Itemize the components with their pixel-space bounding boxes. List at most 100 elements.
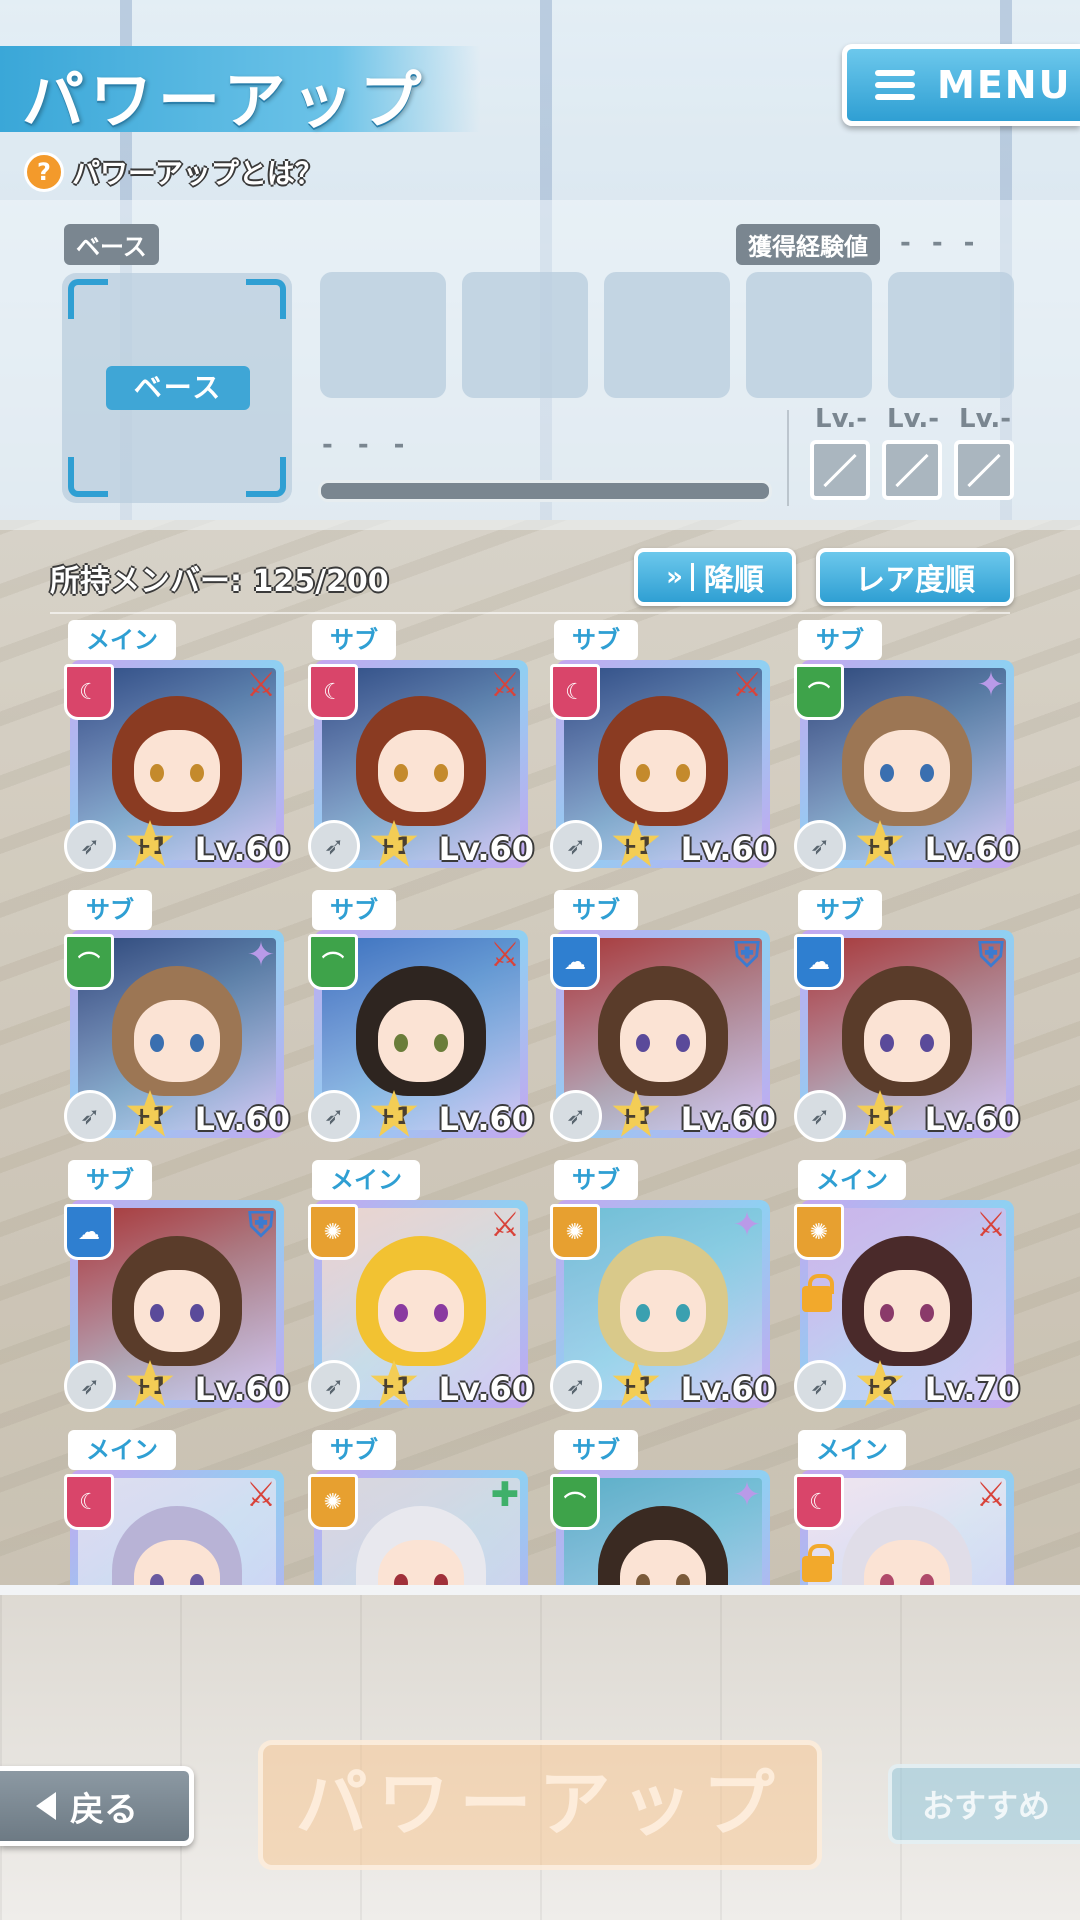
character-eye (920, 764, 934, 782)
member-card[interactable]: サブ ☾ ⚔ ➶ +1 Lv.60 (306, 620, 534, 876)
base-button[interactable]: ベース (106, 366, 250, 410)
card-level: Lv.60 (194, 830, 290, 868)
hamburger-icon (875, 70, 915, 100)
moon-attribute-icon: ☾ (794, 1474, 844, 1530)
member-card[interactable]: メイン ☾ ⚔ ➶ +1 Lv.60 (62, 620, 290, 876)
member-card[interactable]: サブ ☁ ⛨ ➶ +1 Lv.60 (548, 890, 776, 1146)
sword-icon: ⚔ (489, 935, 521, 975)
back-button[interactable]: 戻る (0, 1766, 194, 1846)
sort-key-button[interactable]: レア度順 (816, 548, 1014, 606)
material-slot[interactable] (604, 272, 730, 398)
character-eye (434, 764, 448, 782)
card-role-tag: メイン (798, 1430, 906, 1470)
leaf-attribute-icon: ⌒ (550, 1474, 600, 1530)
character-face (378, 730, 464, 812)
star-icon: ✦ (246, 935, 276, 975)
cloud-attribute-icon: ☁ (550, 934, 600, 990)
moon-attribute-icon: ☾ (64, 1474, 114, 1530)
weapon-icon: ➶ (308, 1090, 360, 1142)
weapon-icon: ➶ (64, 1090, 116, 1142)
card-level: Lv.70 (924, 1370, 1020, 1408)
leaf-attribute-icon: ⌒ (308, 934, 358, 990)
recommend-button[interactable]: おすすめ (888, 1764, 1080, 1844)
card-level: Lv.60 (194, 1370, 290, 1408)
character-eye (880, 764, 894, 782)
back-arrow-icon (36, 1792, 56, 1820)
back-label: 戻る (70, 1789, 138, 1830)
cloud-attribute-icon: ☁ (794, 934, 844, 990)
member-card[interactable]: サブ ☁ ⛨ ➶ +1 Lv.60 (62, 1160, 290, 1416)
lock-icon (802, 1274, 834, 1312)
card-role-tag: サブ (798, 890, 882, 930)
weapon-icon: ➶ (308, 820, 360, 872)
menu-label: MENU (937, 63, 1072, 107)
shield-icon: ⛨ (734, 935, 760, 975)
sun-attribute-icon: ✺ (308, 1474, 358, 1530)
character-face (864, 730, 950, 812)
member-card[interactable]: メイン ✺ ⚔ ➶ +2 Lv.70 (792, 1160, 1020, 1416)
help-link[interactable]: ? パワーアップとは？ (24, 152, 323, 192)
double-chevron-down-icon: » (666, 562, 683, 592)
card-role-tag: メイン (798, 1160, 906, 1200)
material-slot[interactable] (888, 272, 1014, 398)
list-bottom-edge (0, 1585, 1080, 1595)
member-card[interactable]: メイン ☾ ⚔ (62, 1430, 290, 1590)
character-eye (676, 764, 690, 782)
shield-icon: ⛨ (978, 935, 1004, 975)
character-eye (190, 1034, 204, 1052)
card-level: Lv.60 (194, 1100, 290, 1138)
weapon-icon: ➶ (64, 1360, 116, 1412)
member-card[interactable]: サブ ⌒ ✦ ➶ +1 Lv.60 (792, 620, 1020, 876)
character-eye (636, 1304, 650, 1322)
member-card[interactable]: サブ ⌒ ✦ ➶ +1 Lv.60 (62, 890, 290, 1146)
sword-icon: ⚔ (489, 665, 521, 705)
member-card[interactable]: サブ ⌒ ✦ (548, 1430, 776, 1590)
sun-attribute-icon: ✺ (794, 1204, 844, 1260)
member-card[interactable]: メイン ☾ ⚔ (792, 1430, 1020, 1590)
sword-icon: ⚔ (731, 665, 763, 705)
help-text: パワーアップとは？ (72, 157, 323, 190)
card-role-tag: サブ (68, 890, 152, 930)
member-card[interactable]: メイン ✺ ⚔ ➶ +1 Lv.60 (306, 1160, 534, 1416)
sort-order-button[interactable]: » 降順 (634, 548, 796, 606)
weapon-icon: ➶ (308, 1360, 360, 1412)
weapon-icon: ➶ (550, 1360, 602, 1412)
member-count: 所持メンバー: 125/200 (50, 564, 389, 599)
skill-slot (882, 440, 942, 500)
character-eye (394, 1304, 408, 1322)
exp-label: 獲得経験値 (736, 224, 880, 265)
lock-icon (802, 1544, 834, 1582)
member-card[interactable]: サブ ☾ ⚔ ➶ +1 Lv.60 (548, 620, 776, 876)
card-role-tag: メイン (68, 620, 176, 660)
moon-attribute-icon: ☾ (64, 664, 114, 720)
member-card[interactable]: サブ ☁ ⛨ ➶ +1 Lv.60 (792, 890, 1020, 1146)
sword-icon: ⚔ (975, 1475, 1007, 1515)
card-level: Lv.60 (438, 1370, 534, 1408)
powerup-button[interactable]: パワーアップ (258, 1740, 822, 1870)
card-role-tag: サブ (312, 620, 396, 660)
character-eye (676, 1304, 690, 1322)
sun-attribute-icon: ✺ (308, 1204, 358, 1260)
material-slot[interactable] (320, 272, 446, 398)
card-role-tag: メイン (312, 1160, 420, 1200)
material-slot[interactable] (746, 272, 872, 398)
character-eye (150, 764, 164, 782)
moon-attribute-icon: ☾ (308, 664, 358, 720)
card-role-tag: サブ (312, 890, 396, 930)
character-eye (394, 764, 408, 782)
card-level: Lv.60 (924, 1100, 1020, 1138)
skill-level-label: Lv.- (887, 404, 940, 434)
member-card[interactable]: サブ ✺ ✚ (306, 1430, 534, 1590)
card-level: Lv.60 (924, 830, 1020, 868)
member-card[interactable]: サブ ⌒ ⚔ ➶ +1 Lv.60 (306, 890, 534, 1146)
skill-slot (810, 440, 870, 500)
card-role-tag: サブ (554, 1160, 638, 1200)
card-role-tag: サブ (554, 620, 638, 660)
character-face (620, 730, 706, 812)
menu-button[interactable]: MENU (842, 44, 1080, 126)
character-eye (880, 1034, 894, 1052)
character-eye (190, 764, 204, 782)
shield-icon: ⛨ (248, 1205, 274, 1245)
material-slot[interactable] (462, 272, 588, 398)
member-card[interactable]: サブ ✺ ✦ ➶ +1 Lv.60 (548, 1160, 776, 1416)
